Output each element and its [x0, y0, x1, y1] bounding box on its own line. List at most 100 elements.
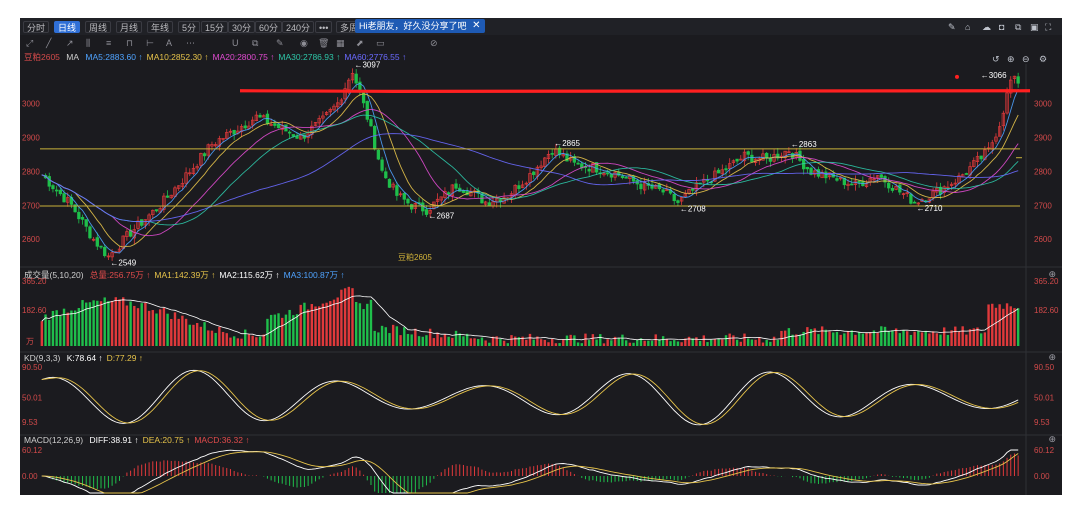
volume-bar: [284, 314, 288, 346]
volume-bar: [761, 342, 765, 346]
candle-body: [550, 153, 554, 155]
volume-bar: [532, 339, 535, 346]
candle-body: [735, 158, 739, 162]
chart-canvas[interactable]: 3000 3000 2900 2900 2800 2800 2700 2700 2600 2600…: [20, 18, 1062, 495]
volume-bar: [965, 334, 968, 346]
volume-bar: [192, 324, 195, 346]
price-tick-right: 3000: [1034, 99, 1052, 108]
price-annotation: ←2863: [791, 140, 817, 149]
kd-tick-left: 90.50: [22, 363, 43, 372]
volume-bar: [758, 337, 761, 346]
volume-bar: [229, 337, 232, 346]
volume-bar: [295, 314, 299, 346]
volume-bar: [88, 302, 92, 346]
candle-body: [446, 192, 451, 195]
volume-bar: [232, 336, 236, 346]
volume-bar: [857, 332, 861, 346]
candle-body: [276, 123, 281, 129]
volume-bar: [754, 339, 757, 346]
volume-bar: [654, 334, 657, 346]
volume-bar: [636, 339, 639, 346]
volume-bar: [443, 334, 447, 346]
candle-body: [835, 178, 839, 181]
volume-bar: [576, 342, 580, 346]
candle-body: [295, 135, 299, 139]
volume-bar: [203, 322, 206, 346]
candle-body: [576, 162, 580, 165]
macd-tick-left: 0.00: [22, 472, 38, 481]
candle-body: [424, 209, 429, 215]
volume-bar: [1016, 308, 1020, 346]
volume-bar: [244, 329, 247, 346]
volume-bar: [621, 334, 624, 346]
volume-bar: [473, 338, 476, 346]
volume-bar: [366, 303, 369, 346]
volume-bar: [624, 340, 628, 346]
candle-body: [273, 123, 277, 126]
volume-bar: [979, 333, 983, 346]
volume-bar: [584, 333, 587, 346]
volume-bar: [680, 342, 683, 346]
volume-bar: [484, 340, 487, 346]
candle-body: [661, 189, 665, 193]
volume-bar: [188, 324, 191, 346]
kd-tick-left: 9.53: [22, 418, 38, 427]
volume-bar: [939, 334, 942, 346]
candle-body: [88, 226, 92, 239]
volume-bar: [384, 327, 387, 346]
kd-tick-left: 50.01: [22, 394, 43, 403]
volume-bar: [661, 336, 665, 346]
candle-body: [387, 178, 392, 188]
candle-body: [373, 126, 377, 150]
candle-body: [609, 173, 614, 178]
price-annotation: ←2708: [680, 205, 706, 214]
volume-bar: [606, 339, 609, 346]
candle-body: [517, 185, 521, 189]
volume-bar: [550, 338, 554, 346]
candle-body: [879, 174, 883, 178]
resistance-line: [239, 88, 1031, 93]
price-annotation: ←2687: [428, 212, 454, 221]
volume-bar: [706, 342, 709, 346]
volume-bar: [388, 333, 391, 346]
volume-bar: [162, 307, 166, 346]
volume-bar: [972, 328, 975, 346]
volume-bar: [133, 305, 136, 346]
volume-bar: [177, 318, 180, 346]
volume-bar: [477, 339, 480, 346]
candle-body: [376, 149, 381, 160]
candle-body: [51, 185, 55, 190]
volume-bar: [288, 309, 291, 346]
volume-bar: [673, 340, 676, 346]
price-tick-left: 2800: [22, 167, 40, 176]
volume-bar: [399, 335, 402, 346]
volume-bar: [458, 333, 461, 346]
macd-tick-left: 60.12: [22, 446, 43, 455]
candle-body: [410, 204, 414, 210]
candle-body: [1016, 76, 1020, 84]
volume-bar: [425, 335, 428, 346]
volume-bar: [1013, 308, 1016, 346]
volume-bar: [70, 310, 73, 346]
volume-bar: [558, 343, 561, 346]
volume-bar: [66, 312, 69, 346]
volume-bar: [258, 336, 262, 346]
volume-bar: [839, 334, 842, 346]
volume-bar: [354, 302, 358, 346]
candle-body: [624, 176, 628, 179]
volume-bar: [698, 340, 702, 346]
candle-body: [380, 159, 384, 171]
candle-body: [454, 183, 458, 189]
volume-bar: [377, 332, 380, 346]
volume-bar: [846, 330, 850, 346]
candle-body: [676, 200, 680, 203]
candle-body: [857, 180, 861, 183]
candle-body: [750, 154, 754, 163]
volume-bar: [1009, 306, 1012, 346]
price-tick-left: 2900: [22, 133, 40, 142]
volume-bar: [695, 337, 698, 346]
volume-bar: [140, 303, 143, 346]
volume-bar: [569, 334, 572, 346]
volume-bar: [199, 326, 203, 346]
candle-body: [77, 211, 81, 220]
